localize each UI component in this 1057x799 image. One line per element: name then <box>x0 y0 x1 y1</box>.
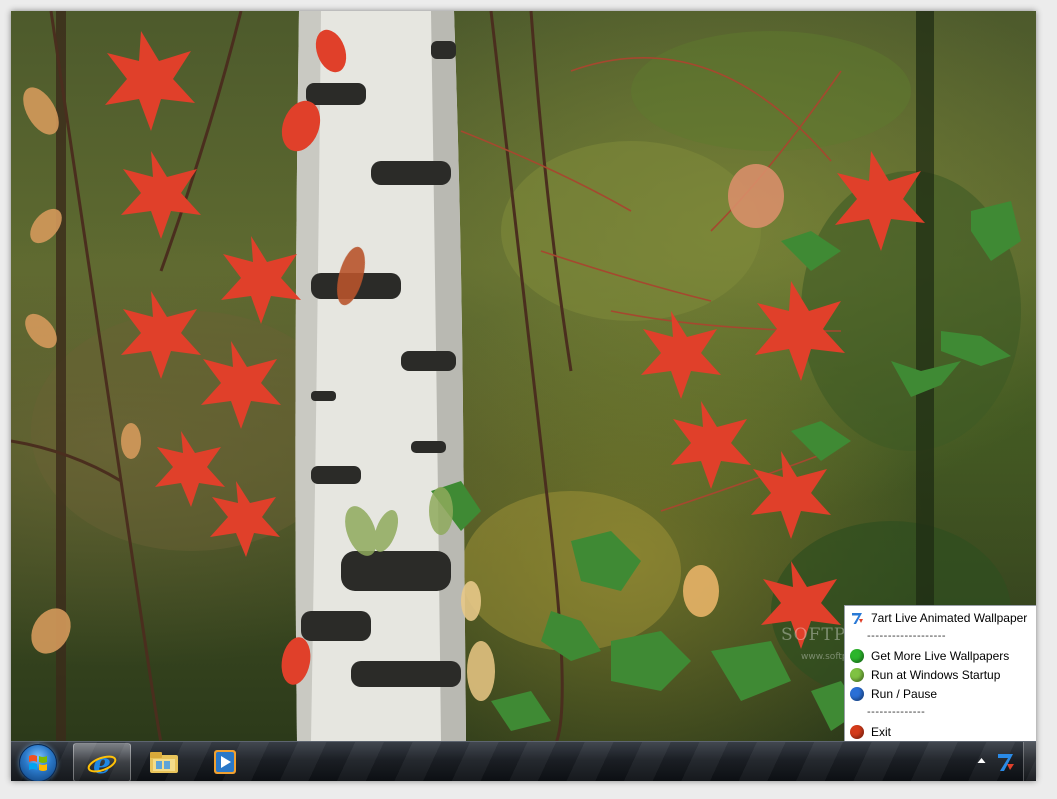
taskbar-internet-explorer[interactable]: e <box>73 743 131 781</box>
menu-item-label: Run / Pause <box>871 686 938 701</box>
media-player-icon <box>214 750 236 774</box>
menu-separator: ------------------- <box>867 630 947 642</box>
menu-title-label: 7art Live Animated Wallpaper <box>871 610 1028 625</box>
internet-explorer-icon: e <box>87 748 117 778</box>
menu-item-label: Run at Windows Startup <box>871 667 1001 682</box>
menu-separator: -------------- <box>867 706 926 718</box>
svg-text:e: e <box>93 748 111 778</box>
menu-title[interactable]: 7art Live Animated Wallpaper <box>845 608 1036 627</box>
exit-icon <box>850 724 864 739</box>
windows-logo-icon <box>29 755 47 771</box>
blue-globe-icon <box>850 686 864 701</box>
screenshot-frame: SOFTPEDIA www.softpedia.com 7art Live An… <box>11 11 1036 781</box>
tray-context-menu: 7art Live Animated Wallpaper -----------… <box>844 605 1036 741</box>
lime-dot-icon <box>850 667 864 682</box>
menu-item-exit[interactable]: Exit <box>845 722 1036 741</box>
menu-item-label: Get More Live Wallpapers <box>871 648 1010 663</box>
7art-tray-icon[interactable] <box>996 751 1016 773</box>
show-hidden-icons-icon[interactable] <box>977 757 986 764</box>
show-desktop-button[interactable] <box>1023 742 1036 781</box>
green-globe-icon <box>850 648 864 663</box>
start-button[interactable] <box>19 744 57 781</box>
menu-item-label: Exit <box>871 724 892 739</box>
menu-item-run-at-startup[interactable]: Run at Windows Startup <box>845 665 1036 684</box>
menu-item-get-more-wallpapers[interactable]: Get More Live Wallpapers <box>845 646 1036 665</box>
folder-icon <box>150 752 178 773</box>
taskbar: e <box>11 741 1036 781</box>
taskbar-windows-explorer[interactable] <box>135 743 191 780</box>
menu-item-run-pause[interactable]: Run / Pause <box>845 684 1036 703</box>
desktop-wallpaper[interactable]: SOFTPEDIA www.softpedia.com 7art Live An… <box>11 11 1036 741</box>
7art-logo-icon <box>852 612 863 624</box>
taskbar-media-player[interactable] <box>197 743 253 780</box>
